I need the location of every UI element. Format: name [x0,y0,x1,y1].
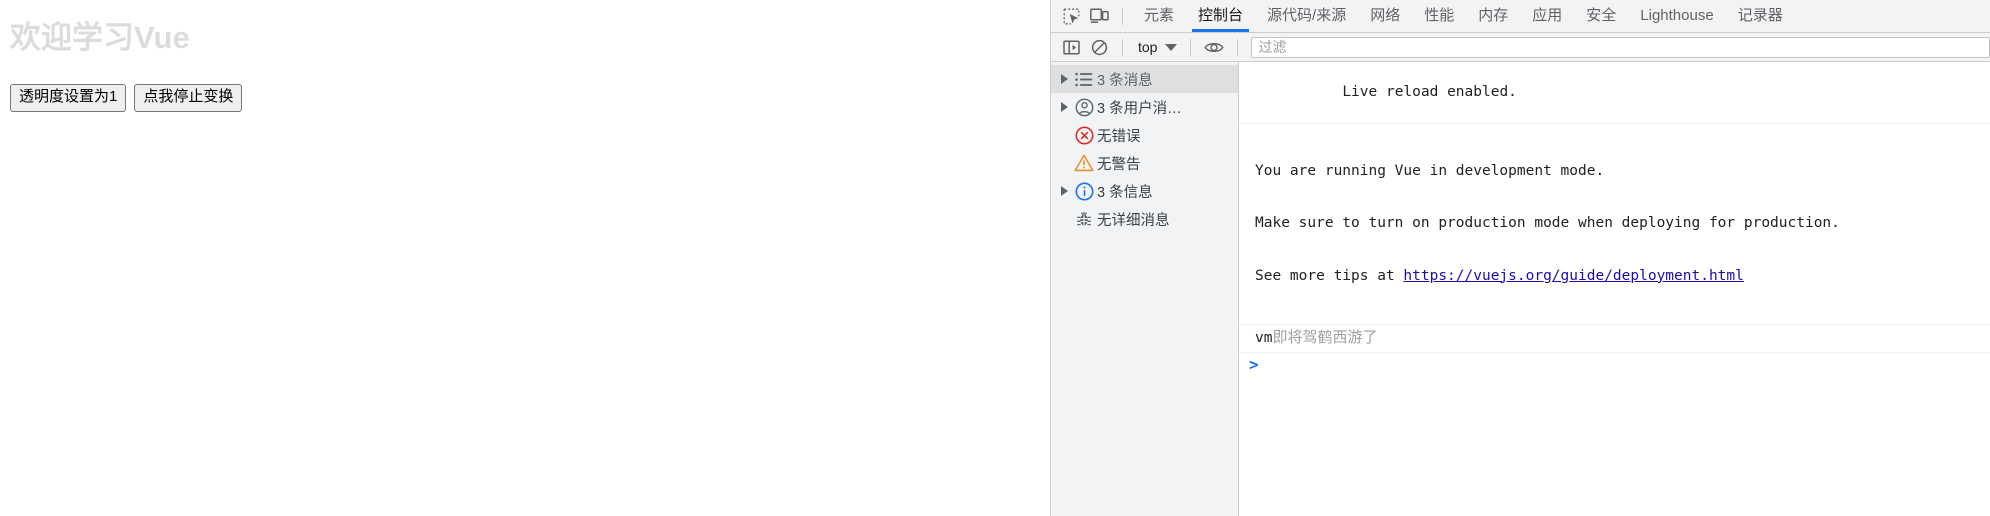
page-title: 欢迎学习Vue [10,20,190,55]
tab-lighthouse[interactable]: Lighthouse [1628,0,1725,32]
console-prompt-row[interactable]: > [1239,353,1990,383]
info-circle-icon [1071,182,1097,201]
console-prompt-caret-icon: > [1249,354,1259,374]
console-message-line-3-prefix: See more tips at [1255,267,1404,284]
verbose-bug-icon [1071,210,1097,228]
sidebar-item-warnings[interactable]: 无警告 [1051,149,1238,177]
sidebar-item-label: 无详细消息 [1097,212,1170,229]
clear-console-icon[interactable] [1085,34,1113,60]
console-message-vm-destroy: vm即将驾鹤西游了 [1239,325,1990,353]
sidebar-item-info[interactable]: 3 条信息 [1051,177,1238,205]
chevron-down-icon [1165,43,1178,51]
sidebar-item-label: 3 条消息 [1097,72,1153,89]
console-filter-input[interactable] [1251,36,1990,58]
console-message-text: Live reload enabled. [1342,83,1517,100]
sidebar-item-label: 3 条信息 [1097,184,1153,201]
tab-memory[interactable]: 内存 [1466,0,1520,32]
tabbar-divider [1122,7,1123,25]
set-opacity-button[interactable]: 透明度设置为1 [10,84,127,112]
console-toolbar: top [1051,33,1990,62]
inspect-element-icon[interactable] [1057,3,1085,29]
live-expression-eye-icon[interactable] [1200,34,1228,60]
console-toolbar-divider-1 [1122,38,1123,56]
expand-arrow-icon[interactable] [1057,74,1071,84]
sidebar-item-messages[interactable]: 3 条消息 [1051,65,1238,93]
device-toolbar-icon[interactable] [1085,3,1113,29]
console-toolbar-divider-3 [1237,38,1239,56]
sidebar-item-user-messages[interactable]: 3 条用户消… [1051,93,1238,121]
tab-performance[interactable]: 性能 [1412,0,1466,32]
console-message-prefix: vm [1255,330,1273,346]
tab-console[interactable]: 控制台 [1186,0,1255,32]
stop-animation-button[interactable]: 点我停止变换 [134,84,243,112]
console-toolbar-divider-2 [1190,38,1192,56]
console-message-line-3: See more tips at https://vuejs.org/guide… [1255,268,1982,286]
warning-triangle-icon [1071,154,1097,172]
sidebar-item-errors[interactable]: 无错误 [1051,121,1238,149]
console-message-text: 即将驾鹤西游了 [1272,329,1378,346]
error-circle-icon [1071,126,1097,145]
tab-network[interactable]: 网络 [1358,0,1412,32]
console-sidebar: 3 条消息 3 条用户消… 无错误 无警告 3 条信息 无详细消息 [1051,62,1239,516]
tab-application[interactable]: 应用 [1520,0,1574,32]
execution-context-selector[interactable]: top [1132,36,1181,58]
tab-sources[interactable]: 源代码/来源 [1255,0,1358,32]
console-output[interactable]: Live reload enabled. You are running Vue… [1239,62,1990,516]
page-button-row: 透明度设置为1 点我停止变换 [10,84,243,112]
vue-deployment-link[interactable]: https://vuejs.org/guide/deployment.html [1403,268,1743,284]
tab-elements[interactable]: 元素 [1132,0,1186,32]
expand-arrow-icon[interactable] [1057,102,1071,112]
console-message-line-2: Make sure to turn on production mode whe… [1255,215,1840,231]
user-message-icon [1071,98,1097,117]
console-message-live-reload: Live reload enabled. [1239,62,1990,124]
sidebar-item-label: 无错误 [1097,128,1141,145]
devtools-tabbar: 元素 控制台 源代码/来源 网络 性能 内存 应用 安全 Lighthouse … [1051,0,1990,33]
tab-recorder[interactable]: 记录器 [1726,0,1795,32]
screenshot-root: 欢迎学习Vue 透明度设置为1 点我停止变换 元素 控制台 源代码/来源 网络 … [0,0,1990,516]
expand-arrow-icon[interactable] [1057,186,1071,196]
console-sidebar-toggle-icon[interactable] [1057,34,1085,60]
console-message-vue-dev-mode: You are running Vue in development mode.… [1239,124,1990,325]
web-page-content: 欢迎学习Vue 透明度设置为1 点我停止变换 [0,0,1050,516]
sidebar-item-verbose[interactable]: 无详细消息 [1051,205,1238,233]
devtools-panel: 元素 控制台 源代码/来源 网络 性能 内存 应用 安全 Lighthouse … [1050,0,1990,516]
sidebar-item-label: 无警告 [1097,156,1141,173]
console-body: 3 条消息 3 条用户消… 无错误 无警告 3 条信息 无详细消息 Live r… [1051,62,1990,516]
execution-context-value: top [1138,39,1158,55]
message-list-icon [1071,72,1097,87]
console-message-line-1: You are running Vue in development mode. [1255,162,1605,179]
tab-security[interactable]: 安全 [1574,0,1628,32]
sidebar-item-label: 3 条用户消… [1097,100,1182,117]
